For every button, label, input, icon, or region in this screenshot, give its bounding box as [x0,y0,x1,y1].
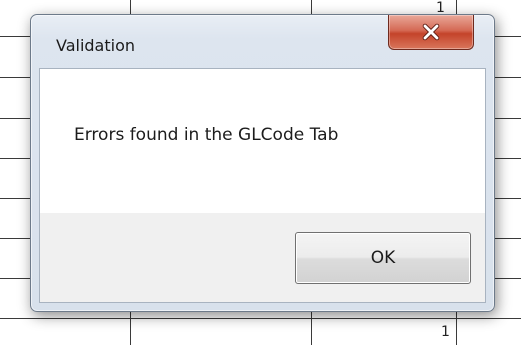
grid-row-line [0,318,521,319]
close-button[interactable] [388,15,474,50]
dialog-message: Errors found in the GLCode Tab [74,125,339,145]
close-icon [422,23,440,41]
validation-dialog: Validation Errors found in the GLCode Ta… [30,14,495,312]
dialog-content: Errors found in the GLCode Tab OK [39,68,486,303]
dialog-title: Validation [56,36,136,55]
ok-button[interactable]: OK [295,232,471,284]
cell-value: 1 [441,324,450,340]
